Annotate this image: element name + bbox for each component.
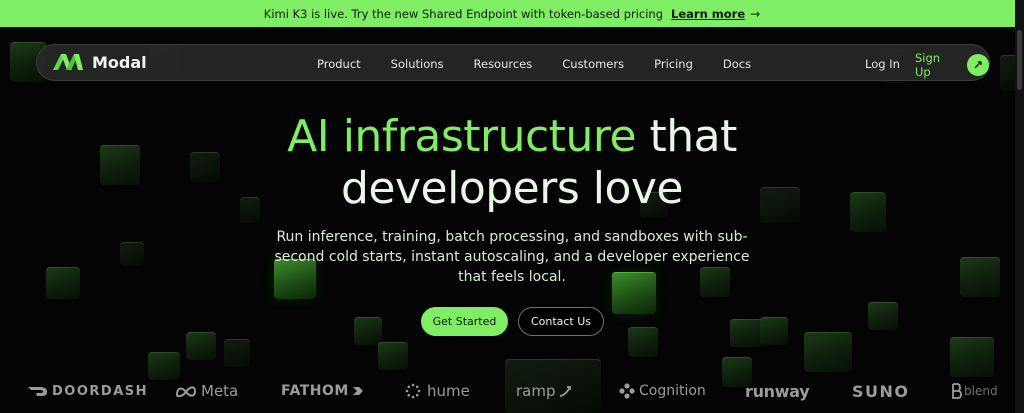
hero-title: AI infrastructure that developers love <box>0 111 1024 215</box>
logo-hume: hume <box>405 376 470 406</box>
background-cube <box>950 337 994 377</box>
hero-title-rest: that <box>636 111 738 162</box>
logo-text: hume <box>427 382 470 400</box>
logo-text: Cognition <box>639 383 706 399</box>
logo-suno: SUNO <box>852 376 910 406</box>
doordash-icon <box>28 387 47 396</box>
meta-icon <box>175 386 197 397</box>
background-cube <box>730 319 762 347</box>
arrow-up-right-icon: ↗ <box>967 54 989 76</box>
nav-link-product[interactable]: Product <box>317 57 361 71</box>
background-cube <box>868 302 898 330</box>
get-started-button[interactable]: Get Started <box>421 307 508 336</box>
navbar: Modal Product Solutions Resources Custom… <box>36 44 990 81</box>
background-cube <box>804 332 852 372</box>
nav-link-resources[interactable]: Resources <box>474 57 533 71</box>
logo-text: FATHOM <box>281 383 349 399</box>
background-cube <box>186 332 216 360</box>
background-cubes <box>0 27 1024 413</box>
logo-text: ramp <box>516 382 556 400</box>
background-cube <box>46 267 80 299</box>
logo-runway: runway <box>745 376 810 406</box>
background-cube <box>378 342 408 370</box>
logo-cognition: Cognition <box>619 376 706 406</box>
logo-text: SUNO <box>852 381 910 401</box>
nav-link-solutions[interactable]: Solutions <box>391 57 444 71</box>
nav-link-customers[interactable]: Customers <box>562 57 624 71</box>
login-link[interactable]: Log In <box>865 57 900 71</box>
learn-more-link[interactable]: Learn more <box>671 7 745 21</box>
hero-subtitle: Run inference, training, batch processin… <box>274 229 750 285</box>
signup-button[interactable]: Sign Up ↗ <box>915 51 989 79</box>
background-cube <box>120 242 144 266</box>
announcement-bar: Kimi K3 is live. Try the new Shared Endp… <box>0 0 1024 27</box>
background-cube <box>224 339 250 367</box>
background-cube <box>354 317 382 345</box>
customer-logos: DOORDASH Meta FATHOM hume ramp Cognition… <box>0 376 1024 406</box>
nav-links: Product Solutions Resources Customers Pr… <box>317 45 751 82</box>
modal-logo-icon <box>53 54 83 70</box>
background-cube <box>628 327 658 357</box>
brand-name: Modal <box>92 52 147 72</box>
page-scrollbar[interactable] <box>1015 0 1024 413</box>
logo-fathom: FATHOM <box>281 376 364 406</box>
logo-text: DOORDASH <box>52 383 148 399</box>
fathom-mark-icon <box>352 387 363 395</box>
arrow-right-icon[interactable]: → <box>750 7 760 21</box>
announcement-message: Kimi K3 is live. Try the new Shared Endp… <box>263 6 664 21</box>
ramp-mark-icon <box>559 386 571 397</box>
logo-text: runway <box>745 381 810 401</box>
logo-ramp: ramp <box>516 376 572 406</box>
hero-title-accent: AI infrastructure <box>287 111 637 162</box>
logo-text: blend <box>964 384 998 398</box>
blend-icon <box>952 383 962 399</box>
background-cube <box>760 317 788 345</box>
logo-text: Meta <box>201 382 239 400</box>
logo-meta: Meta <box>175 376 238 406</box>
hero-title-line-1: AI infrastructure that <box>0 111 1024 163</box>
logo-doordash: DOORDASH <box>28 376 148 406</box>
contact-us-button[interactable]: Contact Us <box>518 307 604 336</box>
logo-blend: blend <box>952 376 998 406</box>
hume-icon <box>405 383 421 399</box>
scrollbar-thumb[interactable] <box>1017 30 1022 90</box>
nav-link-docs[interactable]: Docs <box>723 57 751 71</box>
brand-logo-link[interactable]: Modal <box>53 52 147 72</box>
page: Kimi K3 is live. Try the new Shared Endp… <box>0 0 1024 413</box>
cognition-icon <box>619 383 635 399</box>
nav-link-pricing[interactable]: Pricing <box>654 57 693 71</box>
signup-label: Sign Up <box>915 51 941 79</box>
background-cube <box>960 257 1000 297</box>
hero-title-line-2: developers love <box>340 163 684 214</box>
